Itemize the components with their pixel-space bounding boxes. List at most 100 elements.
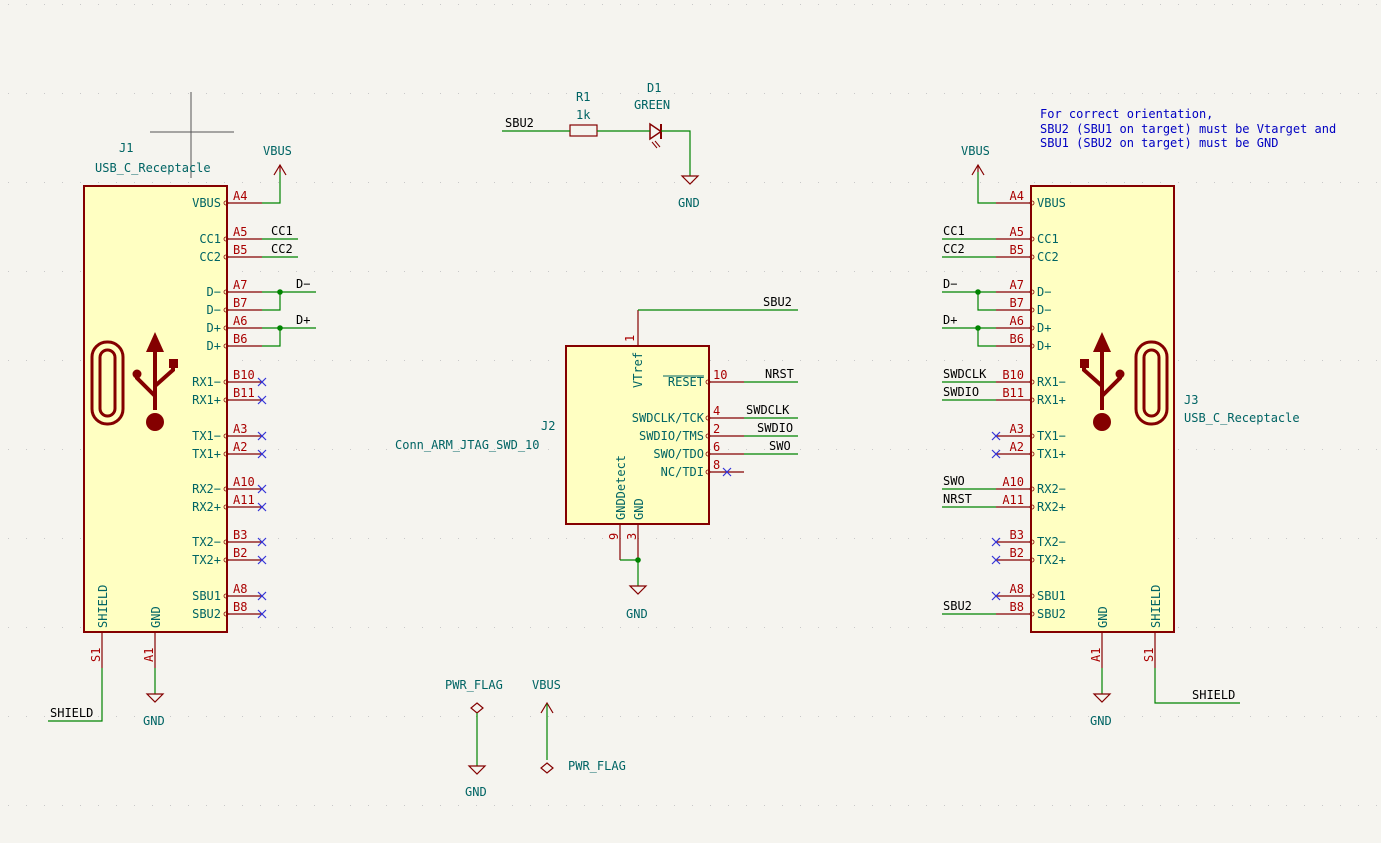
j1-ref: J1: [119, 141, 133, 155]
j3-pin-num: A7: [1010, 278, 1024, 292]
j1-dminus-label: D−: [296, 277, 310, 291]
j1-shield-label: SHIELD: [50, 706, 93, 720]
j1-pin-num: B10: [233, 368, 255, 382]
j1-pin-name: TX2−: [192, 535, 221, 549]
j3-gnd-power-label: GND: [1090, 714, 1112, 728]
j3-pin-name: VBUS: [1037, 196, 1066, 210]
j3-pin-name: D+: [1037, 339, 1051, 353]
j1-pin-a1-num: A1: [142, 648, 156, 662]
j3-pin-name: SBU2: [1037, 607, 1066, 621]
j1-pin-name: TX1+: [192, 447, 221, 461]
j3-pin-num: B10: [1002, 368, 1024, 382]
j2-pin-name: NC/TDI: [661, 465, 704, 479]
j1-pin-name: CC2: [199, 250, 221, 264]
note-line-2: SBU2 (SBU1 on target) must be Vtarget an…: [1040, 122, 1336, 136]
j2-pin-gnddetect-name: GNDDetect: [614, 455, 628, 520]
resistor-r1[interactable]: R1 1k: [569, 90, 598, 137]
j1-pin-num: A4: [233, 189, 247, 203]
j3-pin-name: RX1−: [1037, 375, 1066, 389]
j3-cc1-label: CC1: [943, 224, 965, 238]
j3-pin-num: B6: [1010, 332, 1024, 346]
j3-pin-num: B3: [1010, 528, 1024, 542]
j3-pin-name: D−: [1037, 303, 1051, 317]
j1-pin-name: D+: [207, 321, 221, 335]
connector-j2[interactable]: J2 Conn_ARM_JTAG_SWD_10 1 VTref RESET 10 S…: [395, 310, 744, 560]
j3-swdio-label: SWDIO: [943, 385, 979, 399]
junction-dot: [277, 289, 283, 295]
j2-pin-num: 2: [713, 422, 720, 436]
j1-pin-name: RX1−: [192, 375, 221, 389]
j2-pin-name: SWDCLK/TCK: [632, 411, 705, 425]
j2-pin-name: RESET: [668, 375, 704, 389]
j1-pin-name: D−: [207, 285, 221, 299]
j3-shield-label: SHIELD: [1192, 688, 1235, 702]
j2-pin-name: SWO/TDO: [653, 447, 704, 461]
j1-pin-num: A7: [233, 278, 247, 292]
j3-pin-num: A4: [1010, 189, 1024, 203]
j2-swdio-label: SWDIO: [757, 421, 793, 435]
j1-pin-num: B5: [233, 243, 247, 257]
j3-swo-label: SWO: [943, 474, 965, 488]
j3-pin-name: RX2+: [1037, 500, 1066, 514]
pwr-flag-2-label: PWR_FLAG: [568, 759, 626, 773]
j3-pin-name: CC1: [1037, 232, 1059, 246]
j3-cc2-label: CC2: [943, 242, 965, 256]
j1-right-pins: VBUS A4 CC1 A5 CC2 B5 D− A7 D− B7 D+ A6 D+ B6 RX1− B10 R…: [192, 189, 267, 621]
j2-pin1-num: 1: [623, 335, 637, 342]
j3-pin-shield-name: SHIELD: [1149, 585, 1163, 628]
connector-j1[interactable]: J1 USB_C_Receptacle VBUS A4 CC1 A5 CC2 B5 D− A7…: [83, 141, 267, 668]
junction-dot: [975, 289, 981, 295]
j2-nrst-label: NRST: [765, 367, 794, 381]
j3-ref: J3: [1184, 393, 1198, 407]
j2-pin-num: 6: [713, 440, 720, 454]
j1-pin-num: B8: [233, 600, 247, 614]
j1-pin-name: TX2+: [192, 553, 221, 567]
j2-pin-name: SWDIO/TMS: [639, 429, 704, 443]
j3-nrst-label: NRST: [943, 492, 972, 506]
j1-pin-name: TX1−: [192, 429, 221, 443]
j3-pin-s1-num: S1: [1142, 648, 1156, 662]
j3-pin-num: A11: [1002, 493, 1024, 507]
j2-pin-num: 8: [713, 458, 720, 472]
j3-sbu2-label: SBU2: [943, 599, 972, 613]
j3-pin-name: RX2−: [1037, 482, 1066, 496]
junction-dot: [975, 325, 981, 331]
j3-pin-name: TX1+: [1037, 447, 1066, 461]
j3-pin-name: SBU1: [1037, 589, 1066, 603]
j3-left-pins: VBUS A4 CC1 A5 CC2 B5 D− A7 D− B7 D+ A6 D+ B6 RX1− B10 R…: [991, 189, 1066, 621]
junction-dot: [635, 557, 641, 563]
j3-pin-name: TX2+: [1037, 553, 1066, 567]
j3-pin-name: CC2: [1037, 250, 1059, 264]
j1-pin-num: B7: [233, 296, 247, 310]
j1-pin-num: B11: [233, 386, 255, 400]
j1-pin-name: RX2+: [192, 500, 221, 514]
d1-value: GREEN: [634, 98, 670, 112]
j3-value: USB_C_Receptacle: [1184, 411, 1300, 425]
junction-dot: [277, 325, 283, 331]
j1-value: USB_C_Receptacle: [95, 161, 211, 175]
schematic-canvas: J1 USB_C_Receptacle VBUS A4 CC1 A5 CC2 B5 D− A7…: [8, 4, 1377, 806]
led-d1[interactable]: D1 GREEN: [634, 81, 670, 149]
j3-swdclk-label: SWDCLK: [943, 367, 987, 381]
j1-pin-name: D+: [207, 339, 221, 353]
j2-pin-gnd-name: GND: [632, 498, 646, 520]
j2-gnd-power-label: GND: [626, 607, 648, 621]
j1-pin-name: RX2−: [192, 482, 221, 496]
j2-swo-label: SWO: [769, 439, 791, 453]
j1-pin-num: A10: [233, 475, 255, 489]
j1-pin-name: RX1+: [192, 393, 221, 407]
j1-pin-name: D−: [207, 303, 221, 317]
j1-pin-name: SBU1: [192, 589, 221, 603]
pwr-flag-gnd[interactable]: PWR_FLAG GND: [445, 678, 503, 799]
j3-pin-name: TX1−: [1037, 429, 1066, 443]
j3-pin-a1-num: A1: [1089, 648, 1103, 662]
led-circuit-wiring: SBU2 GND: [502, 116, 700, 210]
connector-j3[interactable]: J3 USB_C_Receptacle VBUS A4 CC1 A5 CC2 B5 D− A7…: [991, 185, 1300, 668]
pwr-flag-vbus[interactable]: VBUS PWR_FLAG: [532, 678, 626, 774]
d1-gnd-power-label: GND: [678, 196, 700, 210]
r1-ref: R1: [576, 90, 590, 104]
j1-pin-gnd-name: GND: [149, 606, 163, 628]
j1-pin-num: A6: [233, 314, 247, 328]
j1-pin-name: CC1: [199, 232, 221, 246]
j1-pin-num: A5: [233, 225, 247, 239]
